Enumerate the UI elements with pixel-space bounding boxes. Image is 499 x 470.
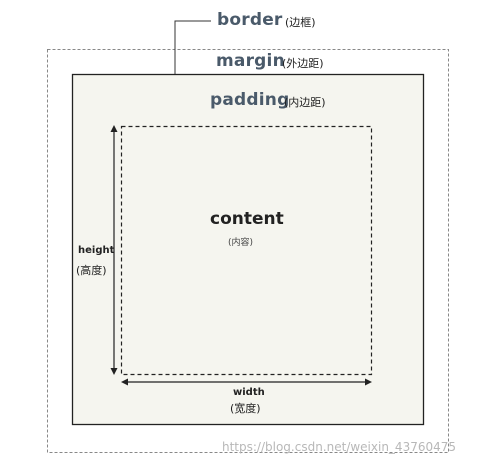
height-note: (高度) bbox=[76, 264, 107, 277]
watermark-url: https://blog.csdn.net/weixin_43760475 bbox=[222, 440, 457, 454]
border-label: border bbox=[217, 10, 283, 30]
padding-label: padding bbox=[210, 90, 290, 110]
height-label: height bbox=[78, 245, 115, 256]
border-note: (边框) bbox=[285, 16, 316, 29]
width-note: (宽度) bbox=[230, 402, 261, 415]
content-label: content bbox=[210, 209, 284, 229]
content-note: (内容) bbox=[228, 238, 254, 248]
border-leader-line bbox=[174, 20, 211, 74]
padding-note: (内边距) bbox=[284, 96, 326, 109]
width-label: width bbox=[233, 387, 265, 398]
margin-note: (外边距) bbox=[282, 57, 324, 70]
margin-label: margin bbox=[216, 51, 285, 71]
